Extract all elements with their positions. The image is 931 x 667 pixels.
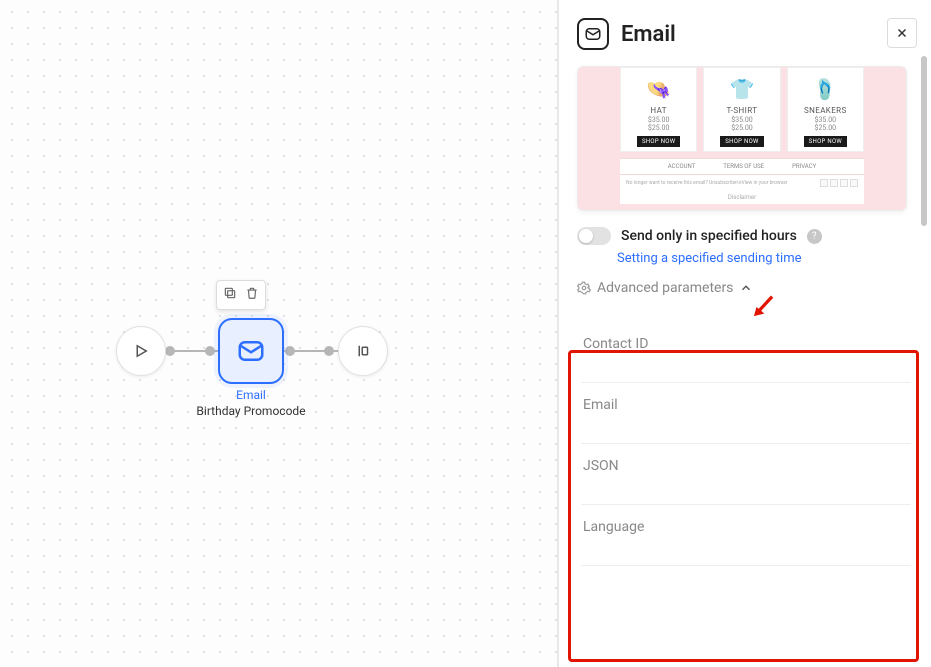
close-icon [895, 26, 909, 40]
fineprint-text: No longer want to receive this email? Un… [626, 180, 788, 186]
field-email[interactable]: Email [581, 383, 911, 444]
product-name: SNEAKERS [804, 106, 847, 115]
fineprint-social [820, 179, 858, 187]
field-label: Contact ID [583, 336, 911, 352]
send-hours-label: Send only in specified hours [621, 228, 797, 244]
workflow-start-node[interactable] [116, 326, 166, 376]
field-json[interactable]: JSON [581, 444, 911, 505]
preview-product-row: 👒 HAT $35.00$25.00 SHOP NOW 👕 T-SHIRT $3… [620, 67, 864, 158]
preview-footer-links: ACCOUNT TERMS OF USE PRIVACY [620, 158, 864, 175]
product-price: $35.00$25.00 [648, 117, 670, 132]
preview-product: 👒 HAT $35.00$25.00 SHOP NOW [620, 67, 697, 152]
panel-header: Email [577, 0, 915, 62]
product-name: T-SHIRT [727, 106, 758, 115]
chevron-up-icon [739, 281, 753, 295]
preview-footer-link: TERMS OF USE [723, 163, 764, 170]
product-cta: SHOP NOW [804, 136, 847, 147]
connector-dot [324, 346, 334, 356]
email-icon [236, 336, 266, 366]
advanced-parameters-label: Advanced parameters [597, 280, 733, 296]
product-price: $35.00$25.00 [731, 117, 753, 132]
product-price: $35.00$25.00 [815, 117, 837, 132]
close-button[interactable] [887, 18, 917, 48]
gear-icon [577, 281, 591, 295]
panel-title: Email [621, 22, 676, 47]
trash-icon[interactable] [245, 286, 259, 304]
end-icon [354, 342, 372, 360]
field-contact-id[interactable]: Contact ID [581, 322, 911, 383]
product-image: 👒 [642, 74, 676, 104]
workflow-email-node[interactable] [218, 318, 284, 384]
field-label: Language [583, 519, 911, 535]
node-caption: Birthday Promocode [171, 404, 331, 418]
field-label: JSON [583, 458, 911, 474]
product-image: 👕 [725, 74, 759, 104]
product-image: 🩴 [808, 74, 842, 104]
email-preview-card[interactable]: 👒 HAT $35.00$25.00 SHOP NOW 👕 T-SHIRT $3… [577, 66, 907, 211]
send-hours-toggle[interactable] [577, 227, 611, 245]
preview-product: 🩴 SNEAKERS $35.00$25.00 SHOP NOW [787, 67, 864, 152]
scrollbar[interactable] [921, 8, 927, 659]
connector-dot [205, 346, 215, 356]
advanced-fields: Contact ID Email JSON Language [577, 310, 915, 566]
side-panel: Email 👒 HAT $35.00$25.00 SHOP NOW 👕 T-SH… [558, 0, 931, 667]
workflow-canvas[interactable]: Email Birthday Promocode [0, 0, 558, 667]
node-toolbar [216, 280, 266, 310]
sending-time-link-row: Setting a specified sending time [617, 251, 915, 266]
sending-time-link[interactable]: Setting a specified sending time [617, 251, 802, 266]
workflow-segment: Email Birthday Promocode [110, 326, 390, 446]
field-language[interactable]: Language [581, 505, 911, 566]
duplicate-icon[interactable] [223, 286, 237, 304]
help-icon[interactable]: ? [807, 229, 822, 244]
product-cta: SHOP NOW [720, 136, 763, 147]
preview-footer-link: ACCOUNT [668, 163, 696, 170]
connector-dot [285, 346, 295, 356]
scrollbar-thumb[interactable] [921, 56, 927, 226]
workflow-end-node[interactable] [338, 326, 388, 376]
preview-footer-link: PRIVACY [792, 163, 816, 170]
send-hours-row: Send only in specified hours ? [577, 227, 915, 245]
preview-product: 👕 T-SHIRT $35.00$25.00 SHOP NOW [703, 67, 780, 152]
product-cta: SHOP NOW [637, 136, 680, 147]
product-name: HAT [650, 106, 666, 115]
advanced-parameters-toggle[interactable]: Advanced parameters [577, 280, 915, 296]
preview-bottom: Disclaimer [620, 191, 864, 204]
email-icon [577, 18, 609, 50]
field-label: Email [583, 397, 911, 413]
node-type-label: Email [218, 388, 284, 402]
preview-fineprint: No longer want to receive this email? Un… [620, 175, 864, 191]
connector-dot [165, 346, 175, 356]
play-icon [132, 342, 150, 360]
